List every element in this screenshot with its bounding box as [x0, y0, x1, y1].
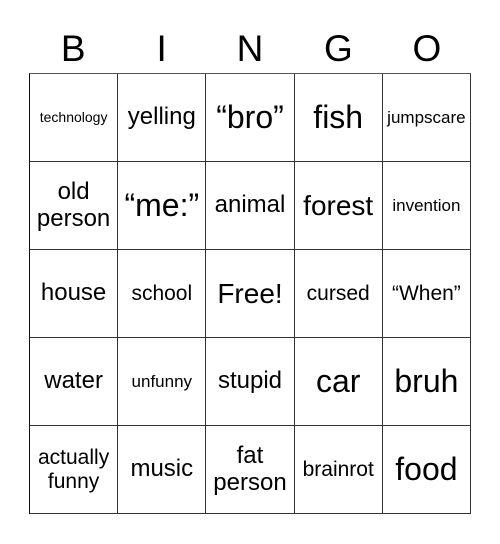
bingo-cell[interactable]: brainrot [294, 426, 383, 514]
bingo-cell[interactable]: cursed [294, 250, 383, 338]
bingo-cell[interactable]: jumpscare [382, 74, 471, 162]
header-letter-n: N [236, 28, 264, 69]
bingo-cell[interactable]: water [30, 338, 119, 426]
bingo-cell[interactable]: forest [294, 162, 383, 250]
bingo-cell[interactable]: fat person [206, 426, 295, 514]
bingo-header: B I N G O [29, 26, 471, 72]
bingo-cell[interactable]: music [118, 426, 207, 514]
bingo-cell[interactable]: old person [30, 162, 119, 250]
bingo-cell[interactable]: school [118, 250, 207, 338]
bingo-cell[interactable]: invention [382, 162, 471, 250]
header-letter-g: G [324, 28, 353, 69]
bingo-cell[interactable]: actually funny [30, 426, 119, 514]
bingo-cell[interactable]: food [382, 426, 471, 514]
header-letter-b: B [60, 28, 86, 69]
bingo-cell[interactable]: animal [206, 162, 295, 250]
bingo-cell[interactable]: “bro” [206, 74, 295, 162]
bingo-cell[interactable]: car [294, 338, 383, 426]
bingo-cell[interactable]: unfunny [118, 338, 207, 426]
bingo-grid: technology yelling “bro” fish jumpscare … [29, 73, 471, 514]
bingo-cell[interactable]: fish [294, 74, 383, 162]
header-letter-i: I [156, 28, 167, 69]
bingo-cell[interactable]: “When” [382, 250, 471, 338]
bingo-cell[interactable]: yelling [118, 74, 207, 162]
header-letter-o: O [412, 28, 442, 69]
bingo-cell[interactable]: technology [30, 74, 119, 162]
free-space-cell[interactable]: Free! [206, 250, 295, 338]
bingo-cell[interactable]: house [30, 250, 119, 338]
bingo-cell[interactable]: stupid [206, 338, 295, 426]
bingo-cell[interactable]: bruh [382, 338, 471, 426]
bingo-cell[interactable]: “me:” [118, 162, 207, 250]
